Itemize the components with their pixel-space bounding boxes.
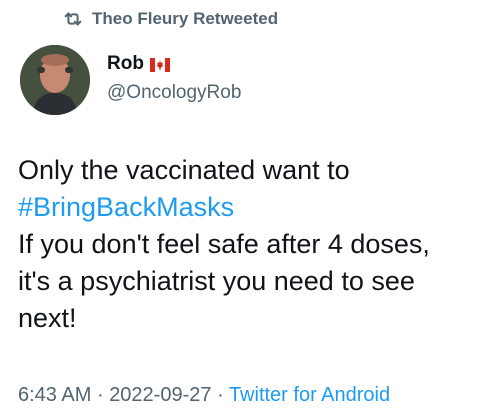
tweet-date[interactable]: 2022-09-27 <box>109 384 211 406</box>
tweet-text: Only the vaccinated want to #BringBackMa… <box>18 152 488 337</box>
avatar[interactable] <box>20 45 90 115</box>
retweet-indicator[interactable]: Theo Fleury Retweeted <box>62 6 278 32</box>
tweet-line: Only the vaccinated want to <box>18 155 350 185</box>
tweet-line: it's a psychiatrist you need to see <box>18 266 415 296</box>
author-display-name[interactable]: Rob <box>107 53 144 75</box>
tweet-card[interactable]: Theo Fleury Retweeted Rob @OncologyRob O… <box>0 0 500 418</box>
tweet-line: If you don't feel safe after 4 doses, <box>18 229 430 259</box>
hashtag-link[interactable]: #BringBackMasks <box>18 189 488 226</box>
meta-separator: · <box>217 384 224 406</box>
tweet-source-link[interactable]: Twitter for Android <box>229 384 390 406</box>
meta-separator: · <box>96 384 104 406</box>
author-handle[interactable]: @OncologyRob <box>107 82 241 104</box>
retweeted-by-label: Theo Fleury Retweeted <box>92 9 279 28</box>
tweet-time[interactable]: 6:43 AM <box>18 384 91 406</box>
tweet-metadata: 6:43 AM · 2022-09-27 · Twitter for Andro… <box>18 384 390 407</box>
tweet-line: next! <box>18 303 77 333</box>
retweet-icon <box>62 8 84 30</box>
author-info[interactable]: Rob @OncologyRob <box>107 52 241 104</box>
canada-flag-icon <box>149 58 170 72</box>
